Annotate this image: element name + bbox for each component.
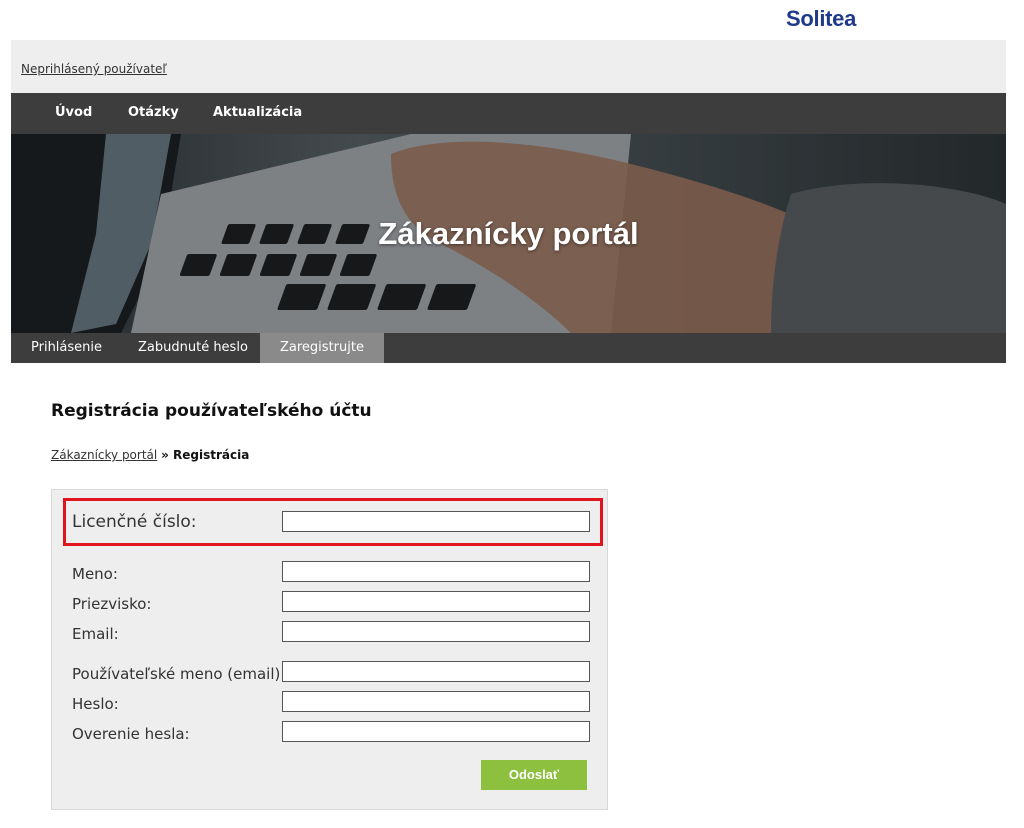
tab-prihlasenie[interactable]: Prihlásenie — [11, 333, 122, 363]
user-status-bar: Neprihlásený používateľ — [11, 40, 1006, 93]
page-title: Registrácia používateľského účtu — [51, 401, 372, 421]
email-label: Email: — [72, 625, 119, 643]
email-input[interactable] — [282, 621, 590, 642]
last-name-label: Priezvisko: — [72, 595, 152, 613]
hero-banner: Zákaznícky portál — [11, 134, 1006, 333]
breadcrumb: Zákaznícky portál » Registrácia — [51, 448, 249, 462]
license-label: Licenčné číslo: — [72, 512, 197, 532]
login-status-link[interactable]: Neprihlásený používateľ — [21, 62, 167, 76]
nav-item-otazky[interactable]: Otázky — [128, 105, 179, 120]
tab-zabudnute-heslo[interactable]: Zabudnuté heslo — [118, 333, 268, 363]
main-navigation: Úvod Otázky Aktualizácia — [11, 93, 1006, 134]
registration-form: Licenčné číslo: Meno: Priezvisko: Email:… — [51, 489, 608, 810]
license-number-input[interactable] — [282, 511, 590, 532]
nav-item-aktualizacia[interactable]: Aktualizácia — [213, 105, 302, 120]
password-input[interactable] — [282, 691, 590, 712]
breadcrumb-current: Registrácia — [173, 448, 250, 462]
first-name-input[interactable] — [282, 561, 590, 582]
breadcrumb-separator: » — [161, 448, 169, 462]
breadcrumb-link-portal[interactable]: Zákaznícky portál — [51, 448, 157, 462]
submit-button[interactable]: Odoslať — [481, 760, 587, 790]
tab-zaregistrujte[interactable]: Zaregistrujte — [260, 333, 384, 363]
solitea-logo[interactable]: Solitea — [786, 6, 856, 32]
hero-title: Zákaznícky portál — [378, 216, 639, 251]
password-label: Heslo: — [72, 695, 119, 713]
first-name-label: Meno: — [72, 565, 118, 583]
nav-item-uvod[interactable]: Úvod — [55, 105, 92, 120]
password-confirm-label: Overenie hesla: — [72, 725, 190, 743]
username-input[interactable] — [282, 661, 590, 682]
sub-navigation: Prihlásenie Zabudnuté heslo Zaregistrujt… — [11, 333, 1006, 363]
password-confirm-input[interactable] — [282, 721, 590, 742]
username-label: Používateľské meno (email): — [72, 665, 286, 683]
last-name-input[interactable] — [282, 591, 590, 612]
